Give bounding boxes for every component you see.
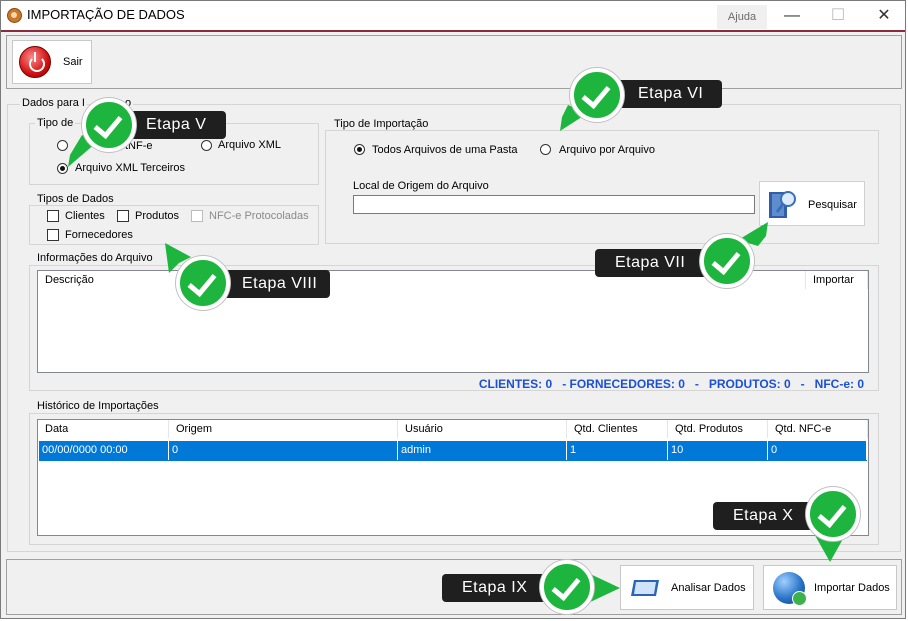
import-summary: CLIENTES: 0 - FORNECEDORES: 0 - PRODUTOS… xyxy=(478,377,864,391)
checkbox-clientes-label: Clientes xyxy=(65,210,105,222)
exit-button-label: Sair xyxy=(63,56,83,68)
checkbox-fornecedores[interactable] xyxy=(47,229,59,241)
checkbox-produtos-label: Produtos xyxy=(135,210,180,222)
checkbox-nfce-protocoladas xyxy=(191,210,203,222)
column-header-qtd-produtos[interactable]: Qtd. Produtos xyxy=(668,420,768,438)
column-header-data[interactable]: Data xyxy=(38,420,169,438)
check-icon xyxy=(176,256,230,310)
radio-file-by-file-label: Arquivo por Arquivo xyxy=(559,144,655,156)
checkbox-fornecedores-label: Fornecedores xyxy=(65,229,133,241)
import-data-group-label: Dados para I xyxy=(20,97,87,109)
search-button-label: Pesquisar xyxy=(808,199,857,211)
column-header-usuario[interactable]: Usuário xyxy=(398,420,567,438)
checkbox-nfce-protocoladas-label: NFC-e Protocoladas xyxy=(209,210,309,222)
source-type-group-label: Tipo de xyxy=(35,117,76,129)
maximize-button[interactable]: ☐ xyxy=(815,2,861,30)
checkbox-produtos[interactable] xyxy=(117,210,129,222)
cell-data: 00/00/0000 00:00 xyxy=(39,441,169,460)
check-icon xyxy=(806,487,860,541)
check-icon xyxy=(570,68,624,122)
check-icon xyxy=(540,560,594,614)
column-header-qtd-nfce[interactable]: Qtd. NFC-e xyxy=(768,420,868,438)
column-header-importar[interactable]: Importar xyxy=(806,271,868,289)
analyze-icon xyxy=(631,580,659,596)
close-button[interactable]: ✕ xyxy=(861,2,907,30)
cell-qtd-clientes: 1 xyxy=(567,441,668,460)
radio-all-files[interactable] xyxy=(354,144,365,155)
check-icon xyxy=(700,234,754,288)
toolbar xyxy=(6,35,902,89)
source-path-label: Local de Origem do Arquivo xyxy=(353,180,489,192)
radio-file-by-file[interactable] xyxy=(540,144,551,155)
file-info-group-label: Informações do Arquivo xyxy=(35,252,155,264)
history-group-label: Histórico de Importações xyxy=(35,400,161,412)
search-button[interactable]: Pesquisar xyxy=(759,181,865,226)
cell-origem: 0 xyxy=(169,441,398,460)
cell-qtd-nfce: 0 xyxy=(768,441,867,460)
title-bar: IMPORTAÇÃO DE DADOS Ajuda — ☐ ✕ xyxy=(1,1,905,32)
power-icon xyxy=(19,46,51,78)
minimize-button[interactable]: — xyxy=(769,2,815,30)
import-data-label: Importar Dados xyxy=(814,582,890,594)
data-types-group-label: Tipos de Dados xyxy=(35,193,116,205)
search-icon xyxy=(769,191,796,218)
import-type-group-label: Tipo de Importação xyxy=(332,118,431,130)
table-row[interactable]: 00/00/0000 00:00 0 admin 1 10 0 xyxy=(39,441,867,461)
window-title: IMPORTAÇÃO DE DADOS xyxy=(27,7,185,22)
callout-etapa-ix: Etapa IX xyxy=(442,574,552,602)
globe-import-icon xyxy=(773,572,807,606)
checkbox-clientes[interactable] xyxy=(47,210,59,222)
check-icon xyxy=(82,98,136,152)
help-tab[interactable]: Ajuda xyxy=(717,5,767,29)
cell-usuario: admin xyxy=(398,441,567,460)
column-header-origem[interactable]: Origem xyxy=(169,420,398,438)
cell-qtd-produtos: 10 xyxy=(668,441,768,460)
import-data-button[interactable]: Importar Dados xyxy=(763,565,897,610)
column-header-qtd-clientes[interactable]: Qtd. Clientes xyxy=(567,420,668,438)
source-path-input[interactable] xyxy=(353,195,755,214)
file-info-grid[interactable]: Descrição Importar xyxy=(37,270,869,373)
radio-xml[interactable] xyxy=(201,140,212,151)
radio-all-files-label: Todos Arquivos de uma Pasta xyxy=(372,144,518,156)
exit-button[interactable]: Sair xyxy=(12,40,92,84)
app-icon xyxy=(7,8,22,23)
radio-xml-label: Arquivo XML xyxy=(218,139,281,151)
analyze-data-button[interactable]: Analisar Dados xyxy=(620,565,754,610)
analyze-data-label: Analisar Dados xyxy=(671,582,746,594)
